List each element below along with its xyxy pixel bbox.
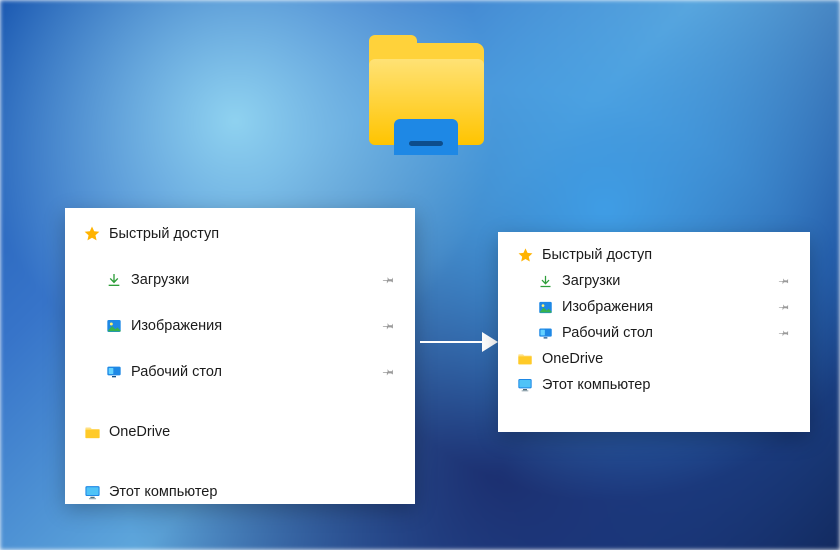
monitor-icon — [83, 483, 101, 501]
sidebar-item-label: Рабочий стол — [562, 325, 653, 341]
sidebar-item-label: Изображения — [562, 299, 653, 315]
pictures-icon — [105, 317, 123, 335]
pin-icon — [381, 318, 398, 335]
desktop-icon — [536, 324, 554, 342]
sidebar-item-onedrive[interactable]: OneDrive — [508, 346, 800, 372]
sidebar-item-label: Рабочий стол — [131, 364, 222, 380]
folder-icon — [516, 350, 534, 368]
nav-pane-spacious: Быстрый доступ Загрузки Изображения — [65, 208, 415, 504]
sidebar-item-desktop[interactable]: Рабочий стол — [75, 356, 405, 388]
sidebar-item-label: OneDrive — [109, 424, 170, 440]
sidebar-item-label: Этот компьютер — [109, 484, 217, 500]
sidebar-item-label: Изображения — [131, 318, 222, 334]
sidebar-item-label: Загрузки — [562, 273, 620, 289]
quick-access-header[interactable]: Быстрый доступ — [508, 242, 800, 268]
pin-icon — [777, 325, 793, 341]
download-icon — [536, 272, 554, 290]
nav-pane-compact: Быстрый доступ Загрузки Изображения — [498, 232, 810, 432]
quick-access-header[interactable]: Быстрый доступ — [75, 218, 405, 250]
download-icon — [105, 271, 123, 289]
pin-icon — [381, 272, 398, 289]
sidebar-item-onedrive[interactable]: OneDrive — [75, 416, 405, 448]
star-icon — [83, 225, 101, 243]
sidebar-item-pictures[interactable]: Изображения — [508, 294, 800, 320]
sidebar-item-downloads[interactable]: Загрузки — [75, 264, 405, 296]
sidebar-item-pictures[interactable]: Изображения — [75, 310, 405, 342]
sidebar-item-this-pc[interactable]: Этот компьютер — [508, 372, 800, 398]
folder-icon — [83, 423, 101, 441]
star-icon — [516, 246, 534, 264]
pin-icon — [777, 273, 793, 289]
sidebar-item-downloads[interactable]: Загрузки — [508, 268, 800, 294]
pictures-icon — [536, 298, 554, 316]
pin-icon — [381, 364, 398, 381]
sidebar-item-label: Загрузки — [131, 272, 189, 288]
quick-access-label: Быстрый доступ — [542, 247, 652, 263]
file-explorer-icon — [359, 35, 499, 170]
monitor-icon — [516, 376, 534, 394]
arrow-icon — [420, 330, 498, 354]
sidebar-item-desktop[interactable]: Рабочий стол — [508, 320, 800, 346]
desktop-icon — [105, 363, 123, 381]
sidebar-item-label: Этот компьютер — [542, 377, 650, 393]
sidebar-item-this-pc[interactable]: Этот компьютер — [75, 476, 405, 508]
pin-icon — [777, 299, 793, 315]
quick-access-label: Быстрый доступ — [109, 226, 219, 242]
sidebar-item-label: OneDrive — [542, 351, 603, 367]
